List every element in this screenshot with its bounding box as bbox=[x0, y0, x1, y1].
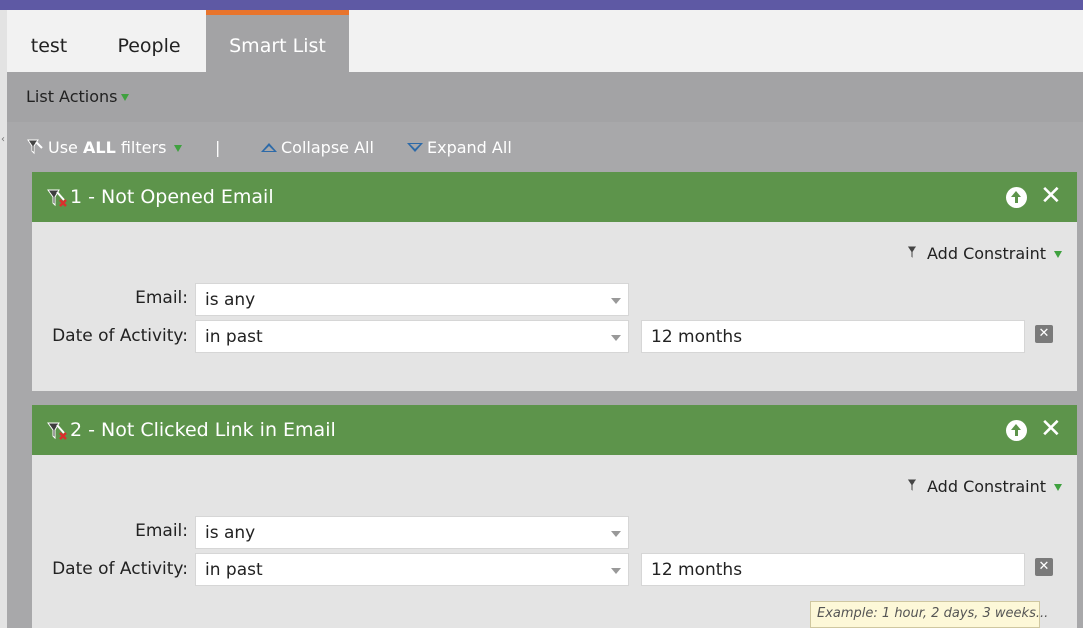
collapse-all-label: Collapse All bbox=[281, 138, 374, 157]
use-filters-prefix: Use bbox=[48, 138, 83, 157]
date-operator-select[interactable]: in past bbox=[195, 553, 629, 586]
list-actions-label: List Actions bbox=[26, 87, 118, 106]
close-icon[interactable]: ✕ bbox=[1040, 415, 1062, 443]
filter-card: 1 - Not Opened Email ✕ Add Constraint Em… bbox=[32, 172, 1077, 391]
use-filters-mode: ALL bbox=[82, 138, 116, 157]
funnel-x-icon[interactable] bbox=[46, 188, 68, 208]
filter-card: 2 - Not Clicked Link in Email ✕ Add Cons… bbox=[32, 405, 1077, 628]
filter-header: 2 - Not Clicked Link in Email ✕ bbox=[32, 405, 1077, 455]
dropdown-caret-icon bbox=[611, 568, 621, 574]
tab-smart-list[interactable]: Smart List bbox=[206, 10, 349, 72]
date-operator-select[interactable]: in past bbox=[195, 320, 629, 353]
email-label: Email: bbox=[135, 521, 188, 541]
chevron-down-icon bbox=[120, 94, 129, 101]
funnel-icon bbox=[906, 478, 922, 494]
email-select-value: is any bbox=[205, 523, 256, 543]
remove-x-icon[interactable]: ✕ bbox=[1035, 325, 1053, 343]
email-select-value: is any bbox=[205, 290, 256, 310]
tab-bar: test People Smart List bbox=[7, 10, 1083, 72]
funnel-icon bbox=[906, 245, 922, 261]
arrow-up-circle-icon[interactable] bbox=[1006, 420, 1027, 441]
toolbar-separator: | bbox=[215, 138, 221, 157]
use-filters-menu[interactable]: Use ALL filters bbox=[26, 138, 183, 157]
dropdown-caret-icon bbox=[611, 531, 621, 537]
date-value-input[interactable]: 12 months bbox=[641, 320, 1025, 353]
expand-icon bbox=[407, 143, 423, 152]
filter-toolbar: Use ALL filters | Collapse All Expand Al… bbox=[7, 122, 1083, 172]
add-constraint-label: Add Constraint bbox=[927, 244, 1047, 263]
collapse-all-button[interactable]: Collapse All bbox=[261, 138, 374, 157]
left-panel-edge[interactable]: ‹ bbox=[0, 10, 7, 628]
date-value-input[interactable]: 12 months bbox=[641, 553, 1025, 586]
expand-all-label: Expand All bbox=[427, 138, 512, 157]
filter-title: 1 - Not Opened Email bbox=[70, 186, 274, 208]
add-constraint-menu[interactable]: Add Constraint bbox=[905, 477, 1063, 496]
funnel-icon bbox=[27, 139, 43, 155]
chevron-down-icon bbox=[174, 145, 183, 152]
list-actions-menu[interactable]: List Actions bbox=[26, 87, 129, 106]
filter-header: 1 - Not Opened Email ✕ bbox=[32, 172, 1077, 222]
tab-test[interactable]: test bbox=[14, 10, 84, 72]
tab-people[interactable]: People bbox=[99, 10, 199, 72]
chevron-down-icon bbox=[1054, 484, 1063, 491]
input-hint-tooltip: Example: 1 hour, 2 days, 3 weeks... bbox=[810, 601, 1048, 628]
date-of-activity-label: Date of Activity: bbox=[52, 326, 188, 346]
chevron-down-icon bbox=[1054, 251, 1063, 258]
dropdown-caret-icon bbox=[611, 335, 621, 341]
panel-collapse-icon[interactable]: ‹ bbox=[1, 134, 5, 145]
email-select[interactable]: is any bbox=[195, 283, 629, 316]
funnel-x-icon[interactable] bbox=[46, 421, 68, 441]
arrow-up-circle-icon[interactable] bbox=[1006, 187, 1027, 208]
email-select[interactable]: is any bbox=[195, 516, 629, 549]
dropdown-caret-icon bbox=[611, 298, 621, 304]
email-label: Email: bbox=[135, 288, 188, 308]
close-icon[interactable]: ✕ bbox=[1040, 182, 1062, 210]
add-constraint-menu[interactable]: Add Constraint bbox=[905, 244, 1063, 263]
remove-x-icon[interactable]: ✕ bbox=[1035, 558, 1053, 576]
add-constraint-label: Add Constraint bbox=[927, 477, 1047, 496]
app-top-bar bbox=[0, 0, 1083, 10]
collapse-icon bbox=[261, 143, 277, 152]
expand-all-button[interactable]: Expand All bbox=[407, 138, 512, 157]
date-operator-value: in past bbox=[205, 560, 263, 580]
list-actions-bar: List Actions bbox=[7, 72, 1083, 122]
filter-title: 2 - Not Clicked Link in Email bbox=[70, 419, 336, 441]
date-of-activity-label: Date of Activity: bbox=[52, 559, 188, 579]
use-filters-suffix: filters bbox=[115, 138, 167, 157]
date-operator-value: in past bbox=[205, 327, 263, 347]
